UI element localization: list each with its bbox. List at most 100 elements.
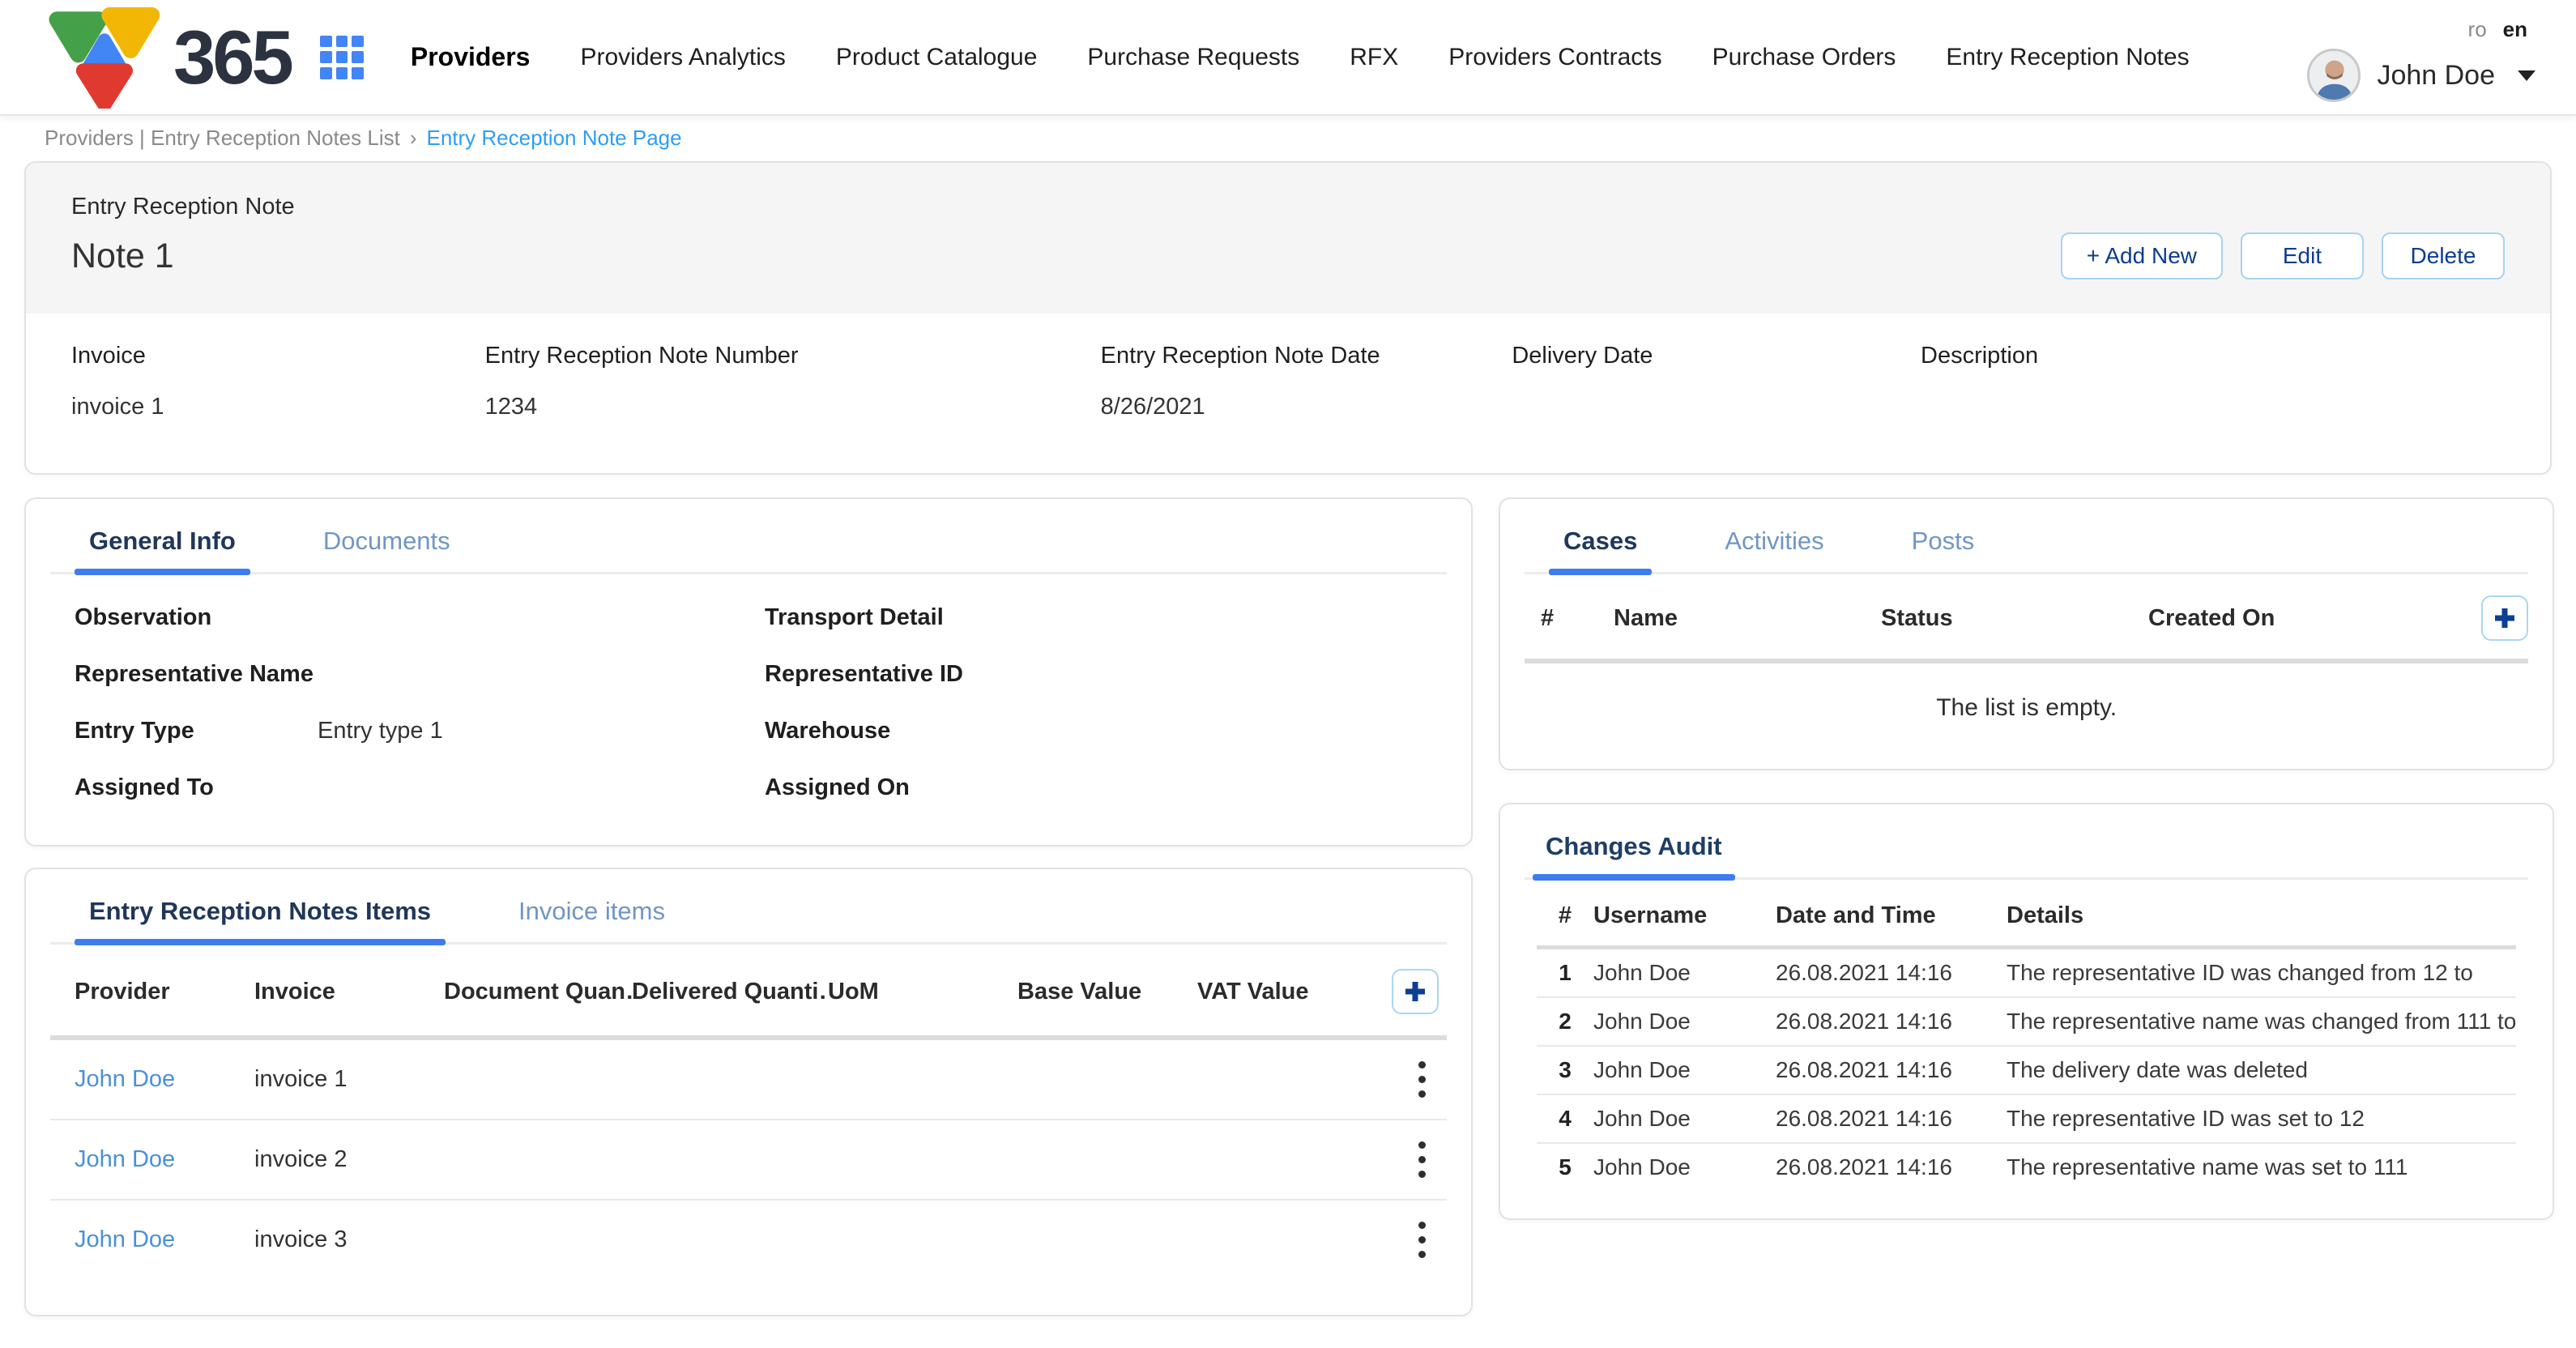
row-menu-icon[interactable] <box>1405 1133 1439 1186</box>
tab-posts[interactable]: Posts <box>1897 527 1990 572</box>
provider-link[interactable]: John Doe <box>75 1066 254 1093</box>
items-tabs: Entry Reception Notes Items Invoice item… <box>26 869 1471 942</box>
table-row: John Doe invoice 2 <box>26 1120 1471 1199</box>
main-content: Entry Reception Note Note 1 + Add New Ed… <box>0 155 2576 1316</box>
invoice-cell: invoice 1 <box>254 1066 444 1093</box>
chevron-down-icon[interactable] <box>2518 70 2535 81</box>
language-switcher: ro en <box>2468 17 2535 42</box>
cases-table-header: # Name Status Created On <box>1500 574 2553 659</box>
invoice-cell: invoice 3 <box>254 1226 444 1253</box>
record-summary-fields: Invoice invoice 1 Entry Reception Note N… <box>26 314 2550 473</box>
delete-button[interactable]: Delete <box>2382 232 2505 279</box>
items-table-header: Provider Invoice Document Quan… Delivere… <box>26 945 1471 1035</box>
audit-table-header: # Username Date and Time Details <box>1537 888 2516 945</box>
items-card: Entry Reception Notes Items Invoice item… <box>24 868 1473 1316</box>
tab-entry-reception-notes-items[interactable]: Entry Reception Notes Items <box>75 897 446 942</box>
nav-item-purchase-requests[interactable]: Purchase Requests <box>1087 44 1299 71</box>
field-note-number: Entry Reception Note Number 1234 <box>485 343 1101 421</box>
audit-datetime: 26.08.2021 14:16 <box>1776 1106 2007 1132</box>
breadcrumb-current[interactable]: Entry Reception Note Page <box>427 126 682 151</box>
changes-audit-card: Changes Audit # Username Date and Time D… <box>1499 803 2554 1220</box>
audit-username: John Doe <box>1593 1106 1776 1132</box>
breadcrumb-separator: › <box>410 126 417 151</box>
row-menu-icon[interactable] <box>1405 1053 1439 1106</box>
field-warehouse: Warehouse <box>765 715 1422 746</box>
field-note-date: Entry Reception Note Date 8/26/2021 <box>1101 343 1512 421</box>
audit-details: The representative ID was changed from 1… <box>2007 960 2516 986</box>
plus-icon <box>1403 979 1427 1004</box>
plus-icon <box>2493 606 2517 630</box>
field-entry-type: Entry Type Entry type 1 <box>75 715 732 746</box>
provider-link[interactable]: John Doe <box>75 1146 254 1173</box>
nav-right: ro en John Doe <box>2307 12 2535 102</box>
general-info-card: General Info Documents Observation Trans… <box>24 497 1473 847</box>
audit-table: # Username Date and Time Details 1 John … <box>1500 880 2553 1218</box>
audit-row: 2 John Doe 26.08.2021 14:16 The represen… <box>1537 998 2516 1045</box>
nav-item-rfx[interactable]: RFX <box>1350 44 1398 71</box>
nav-item-providers-contracts[interactable]: Providers Contracts <box>1448 44 1661 71</box>
lang-en[interactable]: en <box>2503 17 2527 42</box>
field-representative-name: Representative Name <box>75 659 732 689</box>
audit-username: John Doe <box>1593 1154 1776 1180</box>
audit-username: John Doe <box>1593 1057 1776 1083</box>
cases-card: Cases Activities Posts # Name Status Cre… <box>1499 497 2554 770</box>
page-title: Note 1 <box>71 237 295 276</box>
nav-item-providers-analytics[interactable]: Providers Analytics <box>580 44 785 71</box>
apps-grid-icon[interactable] <box>320 36 364 79</box>
field-invoice: Invoice invoice 1 <box>71 343 485 421</box>
field-transport-detail: Transport Detail <box>765 602 1422 633</box>
table-row: John Doe invoice 1 <box>26 1040 1471 1119</box>
tab-general-info[interactable]: General Info <box>75 527 250 572</box>
brand-logo-icon <box>42 6 165 109</box>
nav-item-purchase-orders[interactable]: Purchase Orders <box>1712 44 1896 71</box>
lang-ro[interactable]: ro <box>2468 17 2487 42</box>
row-menu-icon[interactable] <box>1405 1214 1439 1266</box>
general-info-fields: Observation Transport Detail Representat… <box>26 574 1471 845</box>
field-delivery-date: Delivery Date <box>1512 343 1921 421</box>
tab-invoice-items[interactable]: Invoice items <box>504 897 680 942</box>
audit-row: 4 John Doe 26.08.2021 14:16 The represen… <box>1537 1095 2516 1142</box>
audit-datetime: 26.08.2021 14:16 <box>1776 960 2007 986</box>
audit-details: The representative name was set to 111 <box>2007 1154 2516 1180</box>
avatar[interactable] <box>2307 49 2361 102</box>
audit-username: John Doe <box>1593 960 1776 986</box>
record-header-card: Entry Reception Note Note 1 + Add New Ed… <box>24 161 2552 475</box>
nav-item-providers[interactable]: Providers <box>411 42 531 72</box>
record-type-label: Entry Reception Note <box>71 194 295 220</box>
provider-link[interactable]: John Doe <box>75 1226 254 1253</box>
audit-row: 5 John Doe 26.08.2021 14:16 The represen… <box>1537 1144 2516 1191</box>
primary-nav: Providers Providers Analytics Product Ca… <box>411 42 2190 72</box>
changes-audit-title: Changes Audit <box>1533 832 1735 877</box>
invoice-cell: invoice 2 <box>254 1146 444 1173</box>
audit-row: 1 John Doe 26.08.2021 14:16 The represen… <box>1537 949 2516 996</box>
empty-list-message: The list is empty. <box>1500 663 2553 769</box>
field-representative-id: Representative ID <box>765 659 1422 689</box>
top-nav: 365 Providers Providers Analytics Produc… <box>0 0 2576 116</box>
add-new-button[interactable]: + Add New <box>2061 232 2223 279</box>
general-info-tabs: General Info Documents <box>26 499 1471 572</box>
user-menu[interactable]: John Doe <box>2307 49 2535 102</box>
tab-documents[interactable]: Documents <box>309 527 465 572</box>
edit-button[interactable]: Edit <box>2241 232 2364 279</box>
field-assigned-on: Assigned On <box>765 772 1422 803</box>
add-case-button[interactable] <box>2481 595 2528 641</box>
nav-item-product-catalogue[interactable]: Product Catalogue <box>836 44 1038 71</box>
tab-activities[interactable]: Activities <box>1710 527 1838 572</box>
cases-tabs: Cases Activities Posts <box>1500 499 2553 572</box>
brand-name: 365 <box>173 14 291 101</box>
audit-username: John Doe <box>1593 1009 1776 1034</box>
audit-details: The delivery date was deleted <box>2007 1057 2516 1083</box>
audit-row: 3 John Doe 26.08.2021 14:16 The delivery… <box>1537 1047 2516 1094</box>
audit-datetime: 26.08.2021 14:16 <box>1776 1057 2007 1083</box>
audit-datetime: 26.08.2021 14:16 <box>1776 1154 2007 1180</box>
breadcrumb-trail[interactable]: Providers | Entry Reception Notes List <box>45 126 400 151</box>
audit-details: The representative name was changed from… <box>2007 1009 2516 1034</box>
add-item-button[interactable] <box>1392 969 1439 1014</box>
user-name[interactable]: John Doe <box>2377 60 2495 92</box>
breadcrumb: Providers | Entry Reception Notes List ›… <box>0 116 2576 155</box>
record-header-top: Entry Reception Note Note 1 + Add New Ed… <box>26 163 2550 314</box>
field-observation: Observation <box>75 602 732 633</box>
tab-cases[interactable]: Cases <box>1549 527 1652 572</box>
field-description: Description <box>1921 343 2505 421</box>
nav-item-entry-reception-notes[interactable]: Entry Reception Notes <box>1946 44 2189 71</box>
